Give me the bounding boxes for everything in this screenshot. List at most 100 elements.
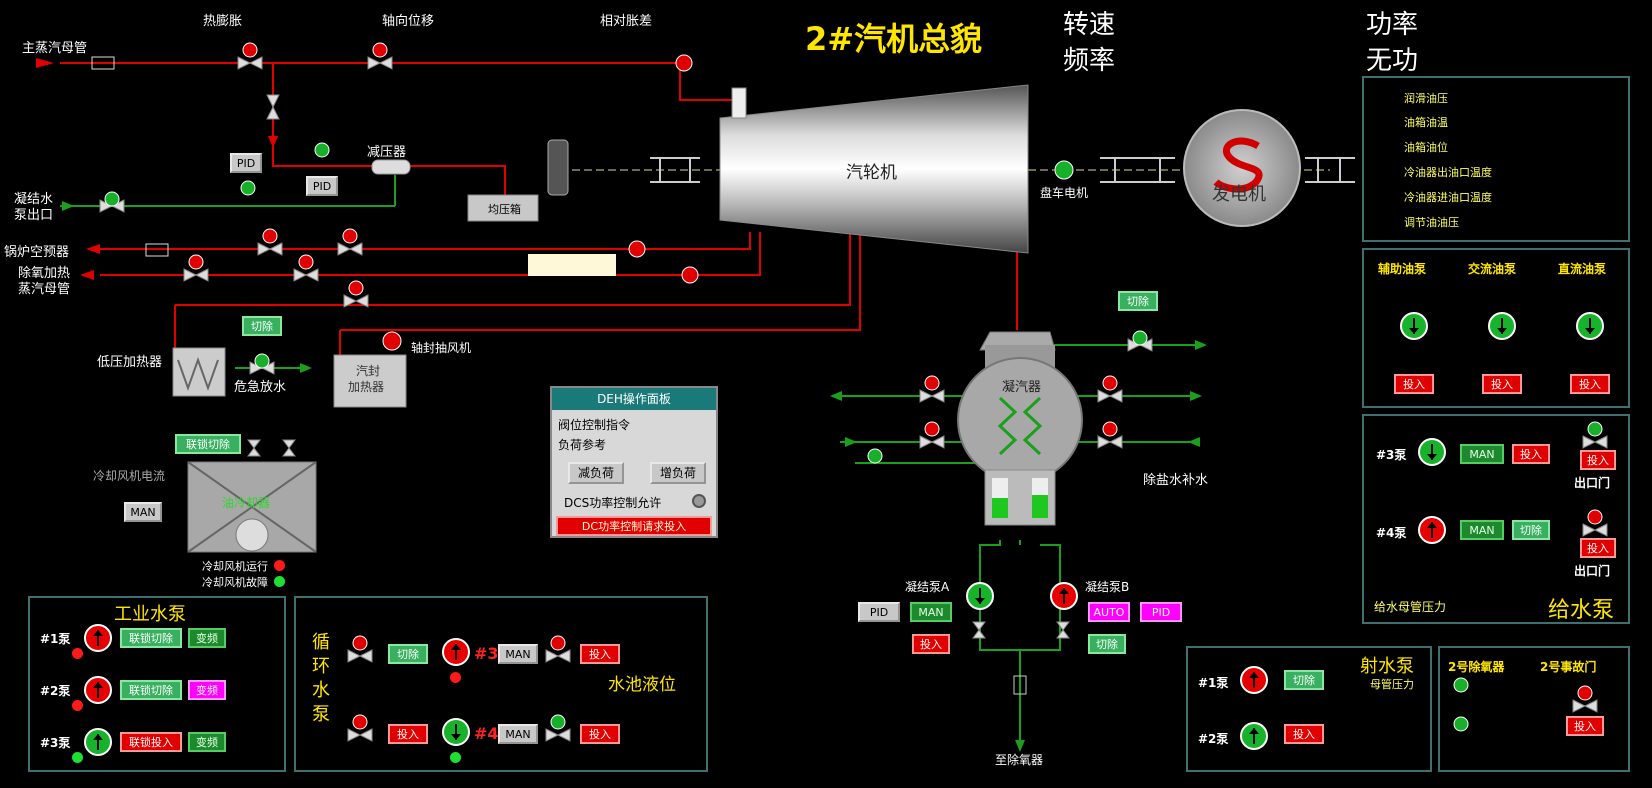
jet-pump2-on-button[interactable]: 投入 — [1284, 724, 1324, 744]
dc-oil-pump-icon[interactable] — [1576, 312, 1604, 340]
iw-pump3-vfd-button[interactable]: 变频 — [188, 732, 226, 752]
cooling-fan-running-indicator — [274, 560, 285, 571]
iw-pump1-status — [72, 648, 83, 659]
circ-pump4-man-button[interactable]: MAN — [498, 724, 538, 744]
oil-info-item: 冷油器出油口温度 — [1404, 166, 1492, 179]
iw-pump2-label: #2泵 — [40, 684, 71, 698]
circ-pump4-icon[interactable] — [442, 718, 470, 746]
circ-pump3-man-button[interactable]: MAN — [498, 644, 538, 664]
cooling-fan-running-label: 冷却风机运行 — [202, 560, 268, 573]
pressure-reducer-label: 减压器 — [367, 145, 407, 160]
circ-valve4-on-button[interactable]: 投入 — [580, 724, 620, 744]
aux-oil-on-button[interactable]: 投入 — [1394, 374, 1434, 394]
cooling-interlock-cut-button[interactable]: 联锁切除 — [175, 434, 241, 454]
jet-pumps-panel: 射水泵 母管压力 #1泵 切除 #2泵 投入 — [1186, 646, 1432, 772]
oil-cooler-label: 油冷却器 — [222, 496, 271, 510]
relative-expansion-label: 相对胀差 — [600, 14, 653, 29]
feed-pump3-on-button[interactable]: 投入 — [1512, 444, 1550, 464]
feed-pump3-man-button[interactable]: MAN — [1460, 444, 1504, 464]
thermal-expansion-label: 热膨胀 — [203, 14, 243, 29]
feed-pump4-cut-button[interactable]: 切除 — [1512, 520, 1550, 540]
iw-pump1-interlock-button[interactable]: 联锁切除 — [120, 628, 182, 648]
emergency-drain-label: 危急放水 — [234, 380, 287, 395]
aux-oil-pump-icon[interactable] — [1400, 312, 1428, 340]
feed-pump4-man-button[interactable]: MAN — [1460, 520, 1504, 540]
oil-info-item: 调节油油压 — [1404, 216, 1459, 229]
pump-b-auto-button[interactable]: AUTO — [1088, 602, 1130, 622]
generator-label: 发电机 — [1212, 184, 1266, 205]
feed-pump4-icon[interactable] — [1418, 516, 1446, 544]
jet-pump1-icon[interactable] — [1240, 666, 1268, 694]
dc-oil-on-button[interactable]: 投入 — [1570, 374, 1610, 394]
iw-pump3-icon[interactable] — [84, 728, 112, 756]
oil-pump-label: 辅助油泵 — [1378, 262, 1427, 276]
pid-button-1[interactable]: PID — [230, 153, 262, 173]
dc-request-button[interactable]: DC功率控制请求投入 — [556, 516, 712, 536]
iw-pump2-vfd-button[interactable]: 变频 — [188, 680, 226, 700]
lp-heater-cut-button[interactable]: 切除 — [242, 316, 282, 336]
iw-pump3-status — [72, 752, 83, 763]
jet-pump1-label: #1泵 — [1198, 676, 1229, 690]
pid-button-2[interactable]: PID — [306, 176, 338, 196]
dcs-permit-indicator — [692, 494, 706, 508]
outlet4-on-button[interactable]: 投入 — [1580, 538, 1616, 558]
deaerator2-label: 2号除氧器 — [1448, 660, 1505, 674]
circ-pump3-label: #3 — [474, 644, 499, 663]
iw-pump2-icon[interactable] — [84, 676, 112, 704]
circ-pump4-label: #4 — [474, 724, 499, 743]
frequency-label: 频率 — [1063, 46, 1116, 76]
oil-pumps-panel: 辅助油泵 交流油泵 直流油泵 投入 投入 投入 — [1362, 248, 1630, 408]
feed-header-pressure-label: 给水母管压力 — [1374, 600, 1447, 614]
industrial-water-panel: 工业水泵 #1泵 联锁切除 变频 #2泵 联锁切除 变频 #3泵 联锁投入 变频 — [28, 596, 286, 772]
deh-load-ref: 负荷参考 — [558, 438, 607, 452]
condensate-pump-b-icon[interactable] — [1050, 582, 1078, 610]
circ-valve3-on-button[interactable]: 投入 — [580, 644, 620, 664]
axial-displacement-label: 轴向位移 — [382, 14, 435, 29]
feed-pump3-label: #3泵 — [1376, 448, 1407, 462]
pump-b-pid-button[interactable]: PID — [1140, 602, 1182, 622]
iw-pump1-icon[interactable] — [84, 624, 112, 652]
makeup-cut-button[interactable]: 切除 — [1118, 291, 1158, 311]
oil-info-panel: 润滑油压 油箱油温 油箱油位 冷油器出油口温度 冷油器进油口温度 调节油油压 — [1362, 76, 1630, 242]
accident-door-on-button[interactable]: 投入 — [1566, 716, 1604, 736]
pump-b-cut-button[interactable]: 切除 — [1088, 634, 1126, 654]
condensate-pump-a-icon[interactable] — [966, 582, 994, 610]
circ-pump3-icon[interactable] — [442, 638, 470, 666]
outlet3-on-button[interactable]: 投入 — [1580, 450, 1616, 470]
cooling-fan-fault-label: 冷却风机故障 — [202, 576, 268, 589]
pump-a-pid-button[interactable]: PID — [858, 602, 900, 622]
iw-pump2-interlock-button[interactable]: 联锁切除 — [120, 680, 182, 700]
pump-a-man-button[interactable]: MAN — [910, 602, 952, 622]
condensate-outlet-label-2: 泵出口 — [14, 208, 54, 223]
increase-load-button[interactable]: 增负荷 — [650, 462, 706, 484]
oil-pump-label: 直流油泵 — [1558, 262, 1607, 276]
pool-level-label: 水池液位 — [608, 675, 676, 695]
jet-pump1-cut-button[interactable]: 切除 — [1284, 670, 1324, 690]
deaerator-heat-label-2: 蒸汽母管 — [18, 282, 71, 297]
circ-title-char: 水 — [312, 680, 330, 701]
pump-a-on-button[interactable]: 投入 — [912, 634, 950, 654]
dcs-permit-label: DCS功率控制允许 — [564, 496, 662, 510]
iw-pump3-interlock-button[interactable]: 联锁投入 — [120, 732, 182, 752]
circ-valve2-on-button[interactable]: 投入 — [388, 724, 428, 744]
lp-heater-label: 低压加热器 — [97, 355, 163, 370]
cooling-man-button[interactable]: MAN — [124, 502, 162, 522]
circ-title-char: 循 — [312, 632, 330, 653]
circ-valve1-cut-button[interactable]: 切除 — [388, 644, 428, 664]
jet-pump2-icon[interactable] — [1240, 722, 1268, 750]
iw-pump1-vfd-button[interactable]: 变频 — [188, 628, 226, 648]
equalizer-box-label: 均压箱 — [488, 203, 521, 216]
ac-oil-pump-icon[interactable] — [1488, 312, 1516, 340]
feed-pump3-icon[interactable] — [1418, 438, 1446, 466]
oil-info-item: 油箱油温 — [1404, 116, 1448, 129]
gland-heater-label-2: 加热器 — [348, 380, 385, 394]
ac-oil-on-button[interactable]: 投入 — [1482, 374, 1522, 394]
circ-pump3-status — [450, 672, 461, 683]
decrease-load-button[interactable]: 减负荷 — [568, 462, 624, 484]
feed-pumps-title: 给水泵 — [1548, 598, 1615, 623]
iw-pump1-label: #1泵 — [40, 632, 71, 646]
boiler-preheater-label: 锅炉空预器 — [4, 245, 70, 260]
accident-door-label: 2号事故门 — [1540, 660, 1597, 674]
reactive-label: 无功 — [1366, 46, 1419, 76]
condenser-label: 凝汽器 — [1002, 380, 1042, 395]
